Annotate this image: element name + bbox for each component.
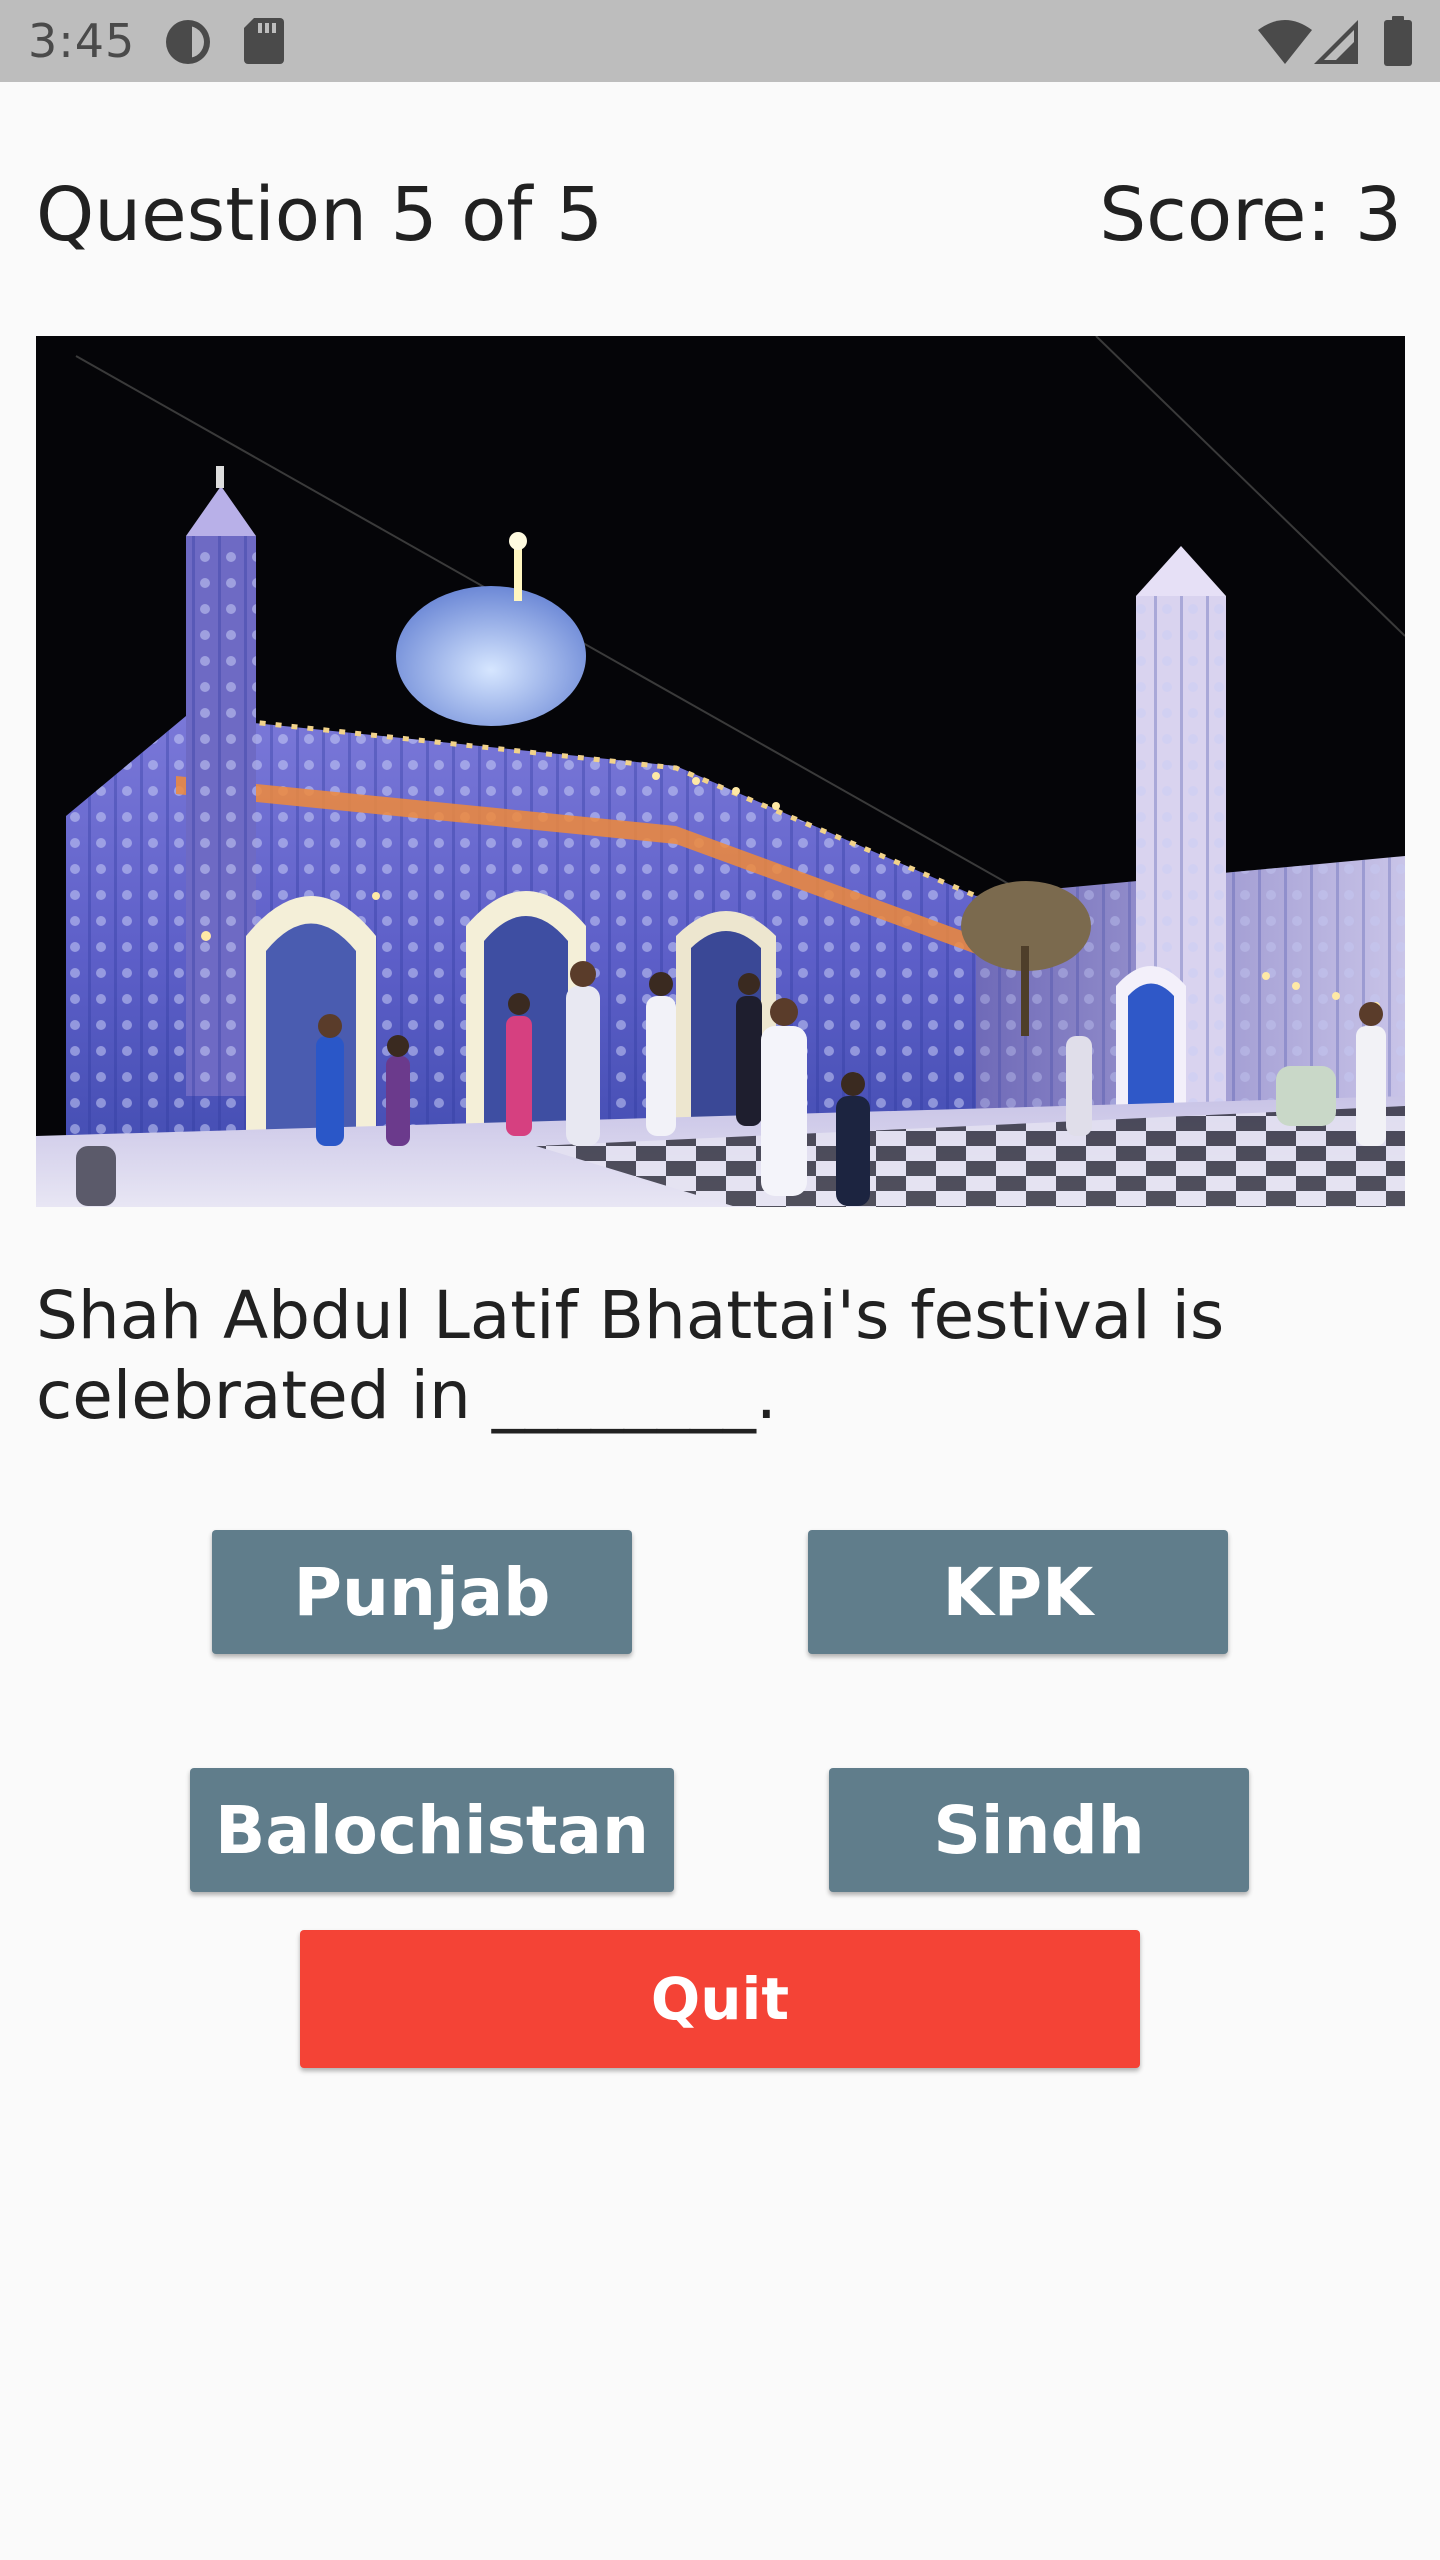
quit-button[interactable]: Quit [300,1930,1140,2068]
sd-card-icon [244,18,284,64]
shrine-photo [36,336,1405,1207]
question-counter: Question 5 of 5 [36,172,604,258]
answer-button-punjab[interactable]: Punjab [212,1530,632,1654]
score-label: Score: 3 [1099,172,1402,258]
status-bar: 3:45 [0,0,1440,82]
status-time: 3:45 [28,14,136,68]
quiz-screen: 3:45 Question 5 of 5 Score: 3 Shah Abdul… [0,0,1440,2560]
answer-button-kpk[interactable]: KPK [808,1530,1228,1654]
battery-icon [1384,16,1412,66]
wifi-icon [1258,20,1312,64]
answer-button-sindh[interactable]: Sindh [829,1768,1249,1892]
answer-button-balochistan[interactable]: Balochistan [190,1768,674,1892]
question-text: Shah Abdul Latif Bhattai's festival is c… [36,1277,1225,1434]
data-saver-icon [162,18,214,66]
question-image [36,336,1405,1207]
signal-icon [1314,20,1358,64]
